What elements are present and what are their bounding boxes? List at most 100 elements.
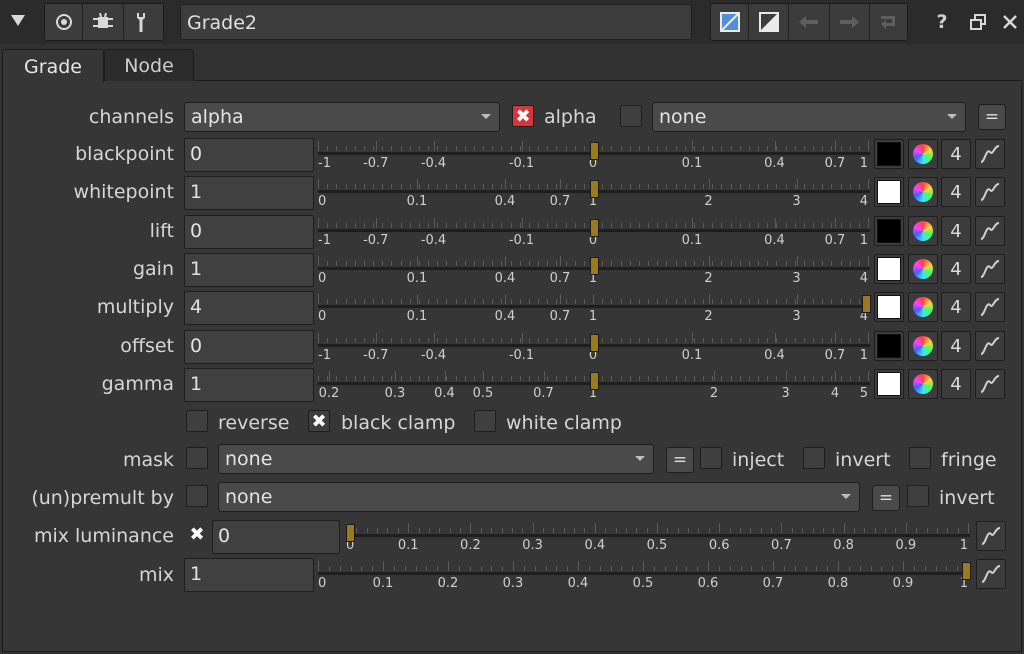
mix-luminance-enable-checkbox[interactable]: ✖ — [186, 523, 208, 545]
mask-checkbox[interactable] — [186, 447, 208, 469]
premult-link-button[interactable]: = — [872, 485, 900, 511]
channel-count-button[interactable]: 4 — [941, 369, 971, 399]
color-swatch-whitepoint[interactable] — [874, 177, 904, 207]
knob-field-lift[interactable]: 0 — [184, 215, 314, 249]
revert-icon[interactable] — [869, 4, 907, 40]
wrench-icon[interactable] — [123, 4, 164, 40]
knob-slider-multiply[interactable]: 0 0.1 0.4 0.7 1 2 3 4 — [318, 291, 871, 325]
second-channel-checkbox[interactable] — [620, 105, 642, 127]
channel-count-button[interactable]: 4 — [941, 254, 971, 284]
slider-handle[interactable] — [590, 180, 599, 198]
slider-minor-tick — [501, 376, 503, 381]
animation-curve-icon[interactable] — [975, 331, 1005, 361]
animation-curve-icon[interactable] — [975, 177, 1005, 207]
tab-grade[interactable]: Grade — [2, 49, 104, 83]
undo-icon[interactable] — [789, 4, 830, 40]
split-view-icon[interactable] — [749, 4, 790, 40]
premult-invert-checkbox[interactable] — [907, 485, 929, 507]
knob-field-gamma[interactable]: 1 — [184, 368, 314, 402]
slider-handle[interactable] — [590, 372, 599, 390]
knob-slider-whitepoint[interactable]: 0 0.1 0.4 0.7 1 2 3 4 — [318, 176, 870, 210]
close-icon[interactable] — [998, 7, 1022, 37]
tab-node[interactable]: Node — [104, 49, 194, 81]
channel-count-button[interactable]: 4 — [941, 177, 971, 207]
color-wheel-icon[interactable] — [908, 216, 938, 246]
slider-tick — [714, 371, 715, 381]
channel-count-button[interactable]: 4 — [941, 216, 971, 246]
fringe-checkbox[interactable] — [909, 447, 931, 469]
slider-minor-tick — [599, 566, 601, 571]
mix-luminance-slider[interactable]: 0 0.1 0.2 0.3 0.4 0.5 0.6 0.7 0.8 0.9 1 — [346, 520, 970, 554]
slider-handle[interactable] — [590, 257, 599, 275]
color-wheel-icon[interactable] — [908, 254, 938, 284]
color-swatch-lift[interactable] — [874, 216, 904, 246]
black-clamp-checkbox[interactable]: ✖ — [308, 410, 330, 432]
slider-handle[interactable] — [962, 562, 971, 580]
reverse-checkbox[interactable] — [186, 410, 208, 432]
mask-invert-checkbox[interactable] — [803, 447, 825, 469]
slider-minor-tick — [629, 299, 631, 304]
color-wheel-gradient — [913, 336, 933, 356]
bug-icon[interactable] — [83, 4, 124, 40]
slider-tick — [708, 294, 710, 304]
mix-field[interactable]: 1 — [184, 558, 314, 592]
color-wheel-icon[interactable] — [908, 369, 938, 399]
channels-link-button[interactable]: = — [978, 104, 1006, 130]
color-wheel-icon[interactable] — [908, 292, 938, 322]
color-sample-icon[interactable] — [711, 4, 750, 40]
slider-handle[interactable] — [346, 524, 355, 542]
premult-dropdown[interactable]: none — [218, 482, 860, 512]
channel-count-button[interactable]: 4 — [941, 331, 971, 361]
knob-slider-gain[interactable]: 0 0.1 0.4 0.7 1 2 3 4 — [318, 253, 870, 287]
color-swatch-gamma[interactable] — [874, 369, 904, 399]
slider-handle[interactable] — [590, 219, 599, 237]
color-swatch-offset[interactable] — [874, 331, 904, 361]
color-swatch-multiply[interactable] — [874, 292, 904, 322]
color-swatch-blackpoint[interactable] — [874, 139, 904, 169]
color-wheel-icon[interactable] — [908, 177, 938, 207]
node-target-icon[interactable] — [45, 4, 84, 40]
animation-curve-icon[interactable] — [975, 292, 1005, 322]
slider-tick — [708, 256, 710, 266]
color-swatch-gain[interactable] — [874, 254, 904, 284]
knob-field-whitepoint[interactable]: 1 — [184, 176, 314, 210]
redo-icon[interactable] — [829, 4, 870, 40]
knob-field-multiply[interactable]: 4 — [184, 291, 314, 325]
mix-luminance-curve-icon[interactable] — [976, 521, 1006, 551]
color-wheel-icon[interactable] — [908, 331, 938, 361]
mix-curve-icon[interactable] — [976, 559, 1006, 589]
mask-dropdown[interactable]: none — [218, 444, 654, 474]
animation-curve-icon[interactable] — [975, 139, 1005, 169]
inject-checkbox[interactable] — [700, 447, 722, 469]
channel-count-button[interactable]: 4 — [941, 292, 971, 322]
slider-handle[interactable] — [590, 334, 599, 352]
knob-field-blackpoint[interactable]: 0 — [184, 138, 314, 172]
knob-slider-blackpoint[interactable]: -1 -0.7 -0.4 -0.1 0 0.1 0.4 0.7 1 — [318, 138, 870, 172]
knob-field-offset[interactable]: 0 — [184, 330, 314, 364]
animation-curve-icon[interactable] — [975, 369, 1005, 399]
knob-slider-offset[interactable]: -1 -0.7 -0.4 -0.1 0 0.1 0.4 0.7 1 — [318, 330, 870, 364]
slider-handle[interactable] — [862, 295, 871, 313]
alpha-checkbox[interactable]: ✖ — [512, 105, 534, 127]
slider-minor-tick — [373, 261, 374, 266]
mix-luminance-field[interactable]: 0 — [212, 520, 340, 554]
channels-dropdown[interactable]: alpha — [184, 102, 500, 132]
premult-checkbox[interactable] — [186, 485, 208, 507]
mix-slider[interactable]: 0 0.1 0.2 0.3 0.4 0.5 0.6 0.7 0.8 0.9 1 — [318, 558, 971, 592]
white-clamp-checkbox[interactable] — [474, 410, 496, 432]
slider-handle[interactable] — [590, 142, 599, 160]
collapse-triangle-icon[interactable] — [6, 6, 30, 36]
knob-slider-lift[interactable]: -1 -0.7 -0.4 -0.1 0 0.1 0.4 0.7 1 — [318, 215, 870, 249]
help-icon[interactable]: ? — [930, 7, 954, 37]
mask-link-button[interactable]: = — [666, 447, 694, 473]
animation-curve-icon[interactable] — [975, 216, 1005, 246]
color-wheel-icon[interactable] — [908, 139, 938, 169]
knob-slider-gamma[interactable]: 0.2 0.3 0.4 0.5 0.7 1 2 3 4 5 — [318, 368, 870, 402]
float-window-icon[interactable] — [966, 7, 990, 37]
channel-count-button[interactable]: 4 — [941, 139, 971, 169]
animation-curve-icon[interactable] — [975, 254, 1005, 284]
second-channel-dropdown[interactable]: none — [652, 102, 966, 132]
slider-minor-tick — [703, 338, 704, 343]
node-name-field[interactable]: Grade2 — [180, 4, 692, 40]
knob-field-gain[interactable]: 1 — [184, 253, 314, 287]
